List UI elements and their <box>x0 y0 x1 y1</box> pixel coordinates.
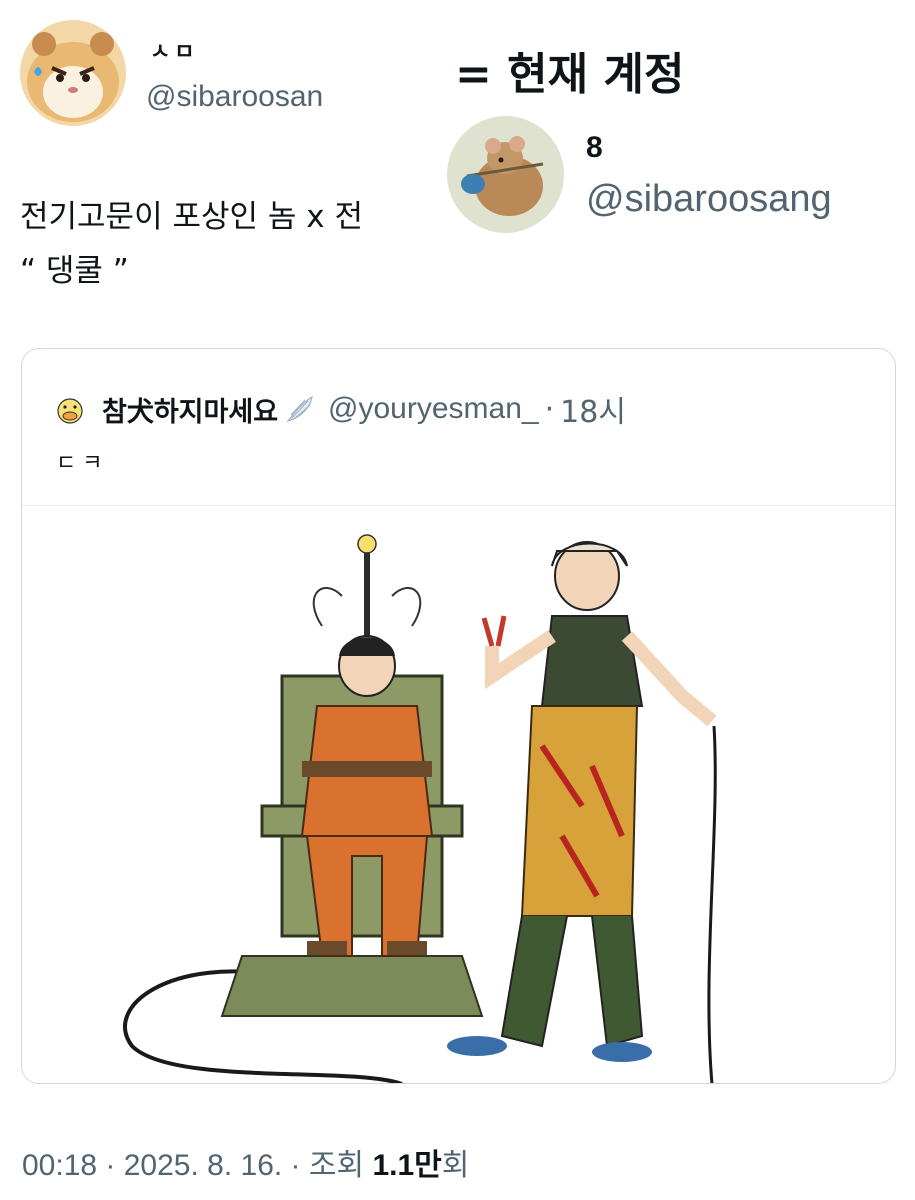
alt-handle[interactable]: @sibaroosang <box>586 178 832 221</box>
quote-avatar[interactable] <box>52 391 88 427</box>
wing-emoji-icon <box>284 393 316 425</box>
meta-separator: · <box>282 1149 309 1182</box>
avatar-alt-user[interactable] <box>447 116 564 233</box>
main-display-name[interactable]: ㅅㅁ <box>150 34 198 66</box>
tweet-meta-row: 00:18 · 2025. 8. 16. · 조회 1.1만회 <box>22 1140 469 1184</box>
quote-timestamp[interactable]: 18시 <box>560 387 626 431</box>
tweet-text-line2: “ 댕쿨 ” <box>20 253 129 289</box>
tweet-time[interactable]: 00:18 <box>22 1149 97 1182</box>
alt-display-name[interactable]: 8 <box>586 131 603 165</box>
quote-handle[interactable]: @youryesman_ <box>328 392 539 426</box>
main-handle[interactable]: @sibaroosan <box>146 80 323 114</box>
quote-media-image[interactable] <box>22 505 895 1083</box>
quote-header: 참犬하지마세요 @youryesman_ · 18시 <box>52 387 626 431</box>
tweet-text-line1: 전기고문이 포상인 놈 x 전 <box>20 199 363 235</box>
quote-separator: · <box>544 391 555 427</box>
avatar-main-user[interactable] <box>20 20 126 126</box>
quote-display-name[interactable]: 참犬하지마세요 <box>102 390 278 429</box>
views-label: 조회 <box>308 1149 373 1182</box>
meta-separator: · <box>97 1149 124 1182</box>
views-count: 1.1만 <box>372 1149 442 1182</box>
views-suffix: 회 <box>441 1149 470 1182</box>
quote-tweet-card[interactable]: 참犬하지마세요 @youryesman_ · 18시 ㄷㅋ <box>21 348 896 1084</box>
current-account-label: = 현재 계정 <box>455 49 685 100</box>
tweet-date[interactable]: 2025. 8. 16. <box>124 1149 282 1182</box>
quote-text: ㄷㅋ <box>56 451 109 476</box>
